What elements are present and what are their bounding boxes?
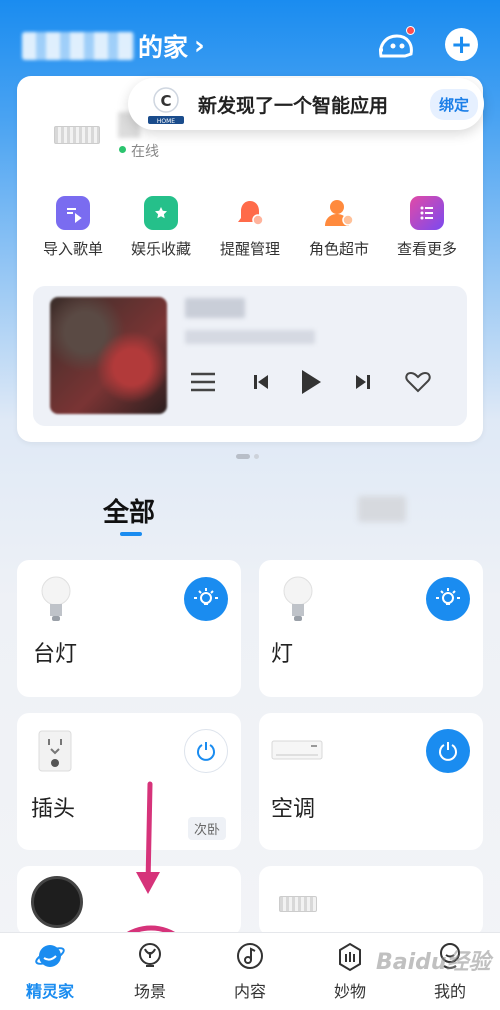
device-name: 灯 <box>271 642 294 667</box>
quick-action-label: 角色超市 <box>308 240 369 258</box>
notification-dot <box>406 26 415 35</box>
bind-button[interactable]: 绑定 <box>429 88 478 120</box>
song-title-blurred <box>185 298 245 318</box>
nav-label: 妙物 <box>333 982 366 1001</box>
folder-star-icon <box>144 196 178 230</box>
play-icon <box>302 370 321 394</box>
page-indicator <box>236 454 259 459</box>
air-conditioner-icon <box>271 739 323 767</box>
logo-caption: HOME <box>157 118 175 125</box>
speaker-thumbnail <box>54 126 100 144</box>
heart-icon <box>405 371 431 393</box>
device-name: 插头 <box>31 797 76 822</box>
bell-icon <box>233 196 267 230</box>
playlist-button[interactable] <box>186 366 220 398</box>
online-status: 在线 <box>131 144 159 160</box>
tab-all[interactable]: 全部 <box>103 492 155 529</box>
nav-item-content[interactable]: 内容 <box>210 940 290 1002</box>
person-icon <box>322 196 356 230</box>
add-button[interactable]: + <box>445 28 478 61</box>
lightbulb-icon <box>39 574 73 628</box>
page-dot <box>254 454 259 459</box>
quick-action-reminders[interactable]: 提醒管理 <box>207 196 293 259</box>
home-title-suffix: 的家 <box>138 33 189 62</box>
quick-action-favorites[interactable]: 娱乐收藏 <box>118 196 204 259</box>
lightbulb-icon <box>281 574 315 628</box>
device-name: 台灯 <box>33 642 78 667</box>
discovery-popup[interactable]: C HOME 新发现了一个智能应用 绑定 <box>128 78 484 130</box>
previous-button[interactable] <box>248 366 274 398</box>
nav-item-home[interactable]: 精灵家 <box>10 940 90 1002</box>
scene-bulb-icon <box>134 940 166 972</box>
plug-toggle[interactable] <box>184 729 228 773</box>
smart-app-logo: C HOME <box>144 82 188 126</box>
bulb-toggle-icon <box>194 588 218 605</box>
plug-icon <box>37 729 73 777</box>
quick-action-more[interactable]: 查看更多 <box>384 196 470 259</box>
nav-label: 我的 <box>433 982 466 1001</box>
planet-icon <box>34 940 66 972</box>
device-card-lamp[interactable]: 灯 <box>259 560 483 697</box>
chevron-right-icon: › <box>194 31 205 61</box>
nav-item-scenes[interactable]: 场景 <box>110 940 190 1002</box>
favorite-button[interactable] <box>402 366 434 398</box>
playlist-icon <box>191 372 215 392</box>
power-icon <box>439 742 457 761</box>
playlist-import-icon <box>56 196 90 230</box>
quick-action-label: 提醒管理 <box>219 240 280 258</box>
artist-blurred <box>185 330 315 344</box>
quick-action-import-playlist[interactable]: 导入歌单 <box>30 196 116 259</box>
quick-action-label: 导入歌单 <box>42 240 103 258</box>
previous-icon <box>254 375 268 389</box>
device-name: 空调 <box>271 797 316 822</box>
baidu-watermark: Baidu经验 <box>376 950 491 975</box>
page-dot-active <box>236 454 250 459</box>
quick-action-role-market[interactable]: 角色超市 <box>296 196 382 259</box>
list-icon <box>410 196 444 230</box>
nav-label: 场景 <box>133 982 166 1001</box>
album-cover[interactable] <box>50 297 167 414</box>
online-status-dot <box>119 146 126 153</box>
bag-icon <box>334 940 366 972</box>
home-selector[interactable]: 的家 › <box>22 28 205 64</box>
gateway-icon <box>279 896 317 912</box>
assistant-robot-button[interactable] <box>375 26 419 62</box>
device-card-air-conditioner[interactable]: 空调 <box>259 713 483 850</box>
play-button[interactable] <box>296 366 326 398</box>
desk-lamp-toggle[interactable] <box>184 577 228 621</box>
air-conditioner-toggle[interactable] <box>426 729 470 773</box>
music-note-icon <box>234 940 266 972</box>
nav-label: 内容 <box>233 982 266 1001</box>
nav-label: 精灵家 <box>25 982 74 1001</box>
quick-action-label: 娱乐收藏 <box>130 240 191 258</box>
tab-active-indicator <box>120 532 142 536</box>
power-icon <box>197 742 215 761</box>
tab-room-blurred[interactable] <box>358 496 406 522</box>
next-button[interactable] <box>350 366 376 398</box>
lamp-toggle[interactable] <box>426 577 470 621</box>
discovery-message: 新发现了一个智能应用 <box>198 94 389 117</box>
quick-action-label: 查看更多 <box>396 240 457 258</box>
device-card-desk-lamp[interactable]: 台灯 <box>17 560 241 697</box>
annotation-arrow-head <box>136 872 160 894</box>
logo-letter: C <box>160 92 171 110</box>
speaker-icon <box>31 876 83 928</box>
home-name-blurred <box>22 32 134 60</box>
next-icon <box>356 375 370 389</box>
bulb-toggle-icon <box>436 588 460 605</box>
annotation-arrow-shaft <box>145 781 153 887</box>
device-card-gateway[interactable] <box>259 866 483 936</box>
